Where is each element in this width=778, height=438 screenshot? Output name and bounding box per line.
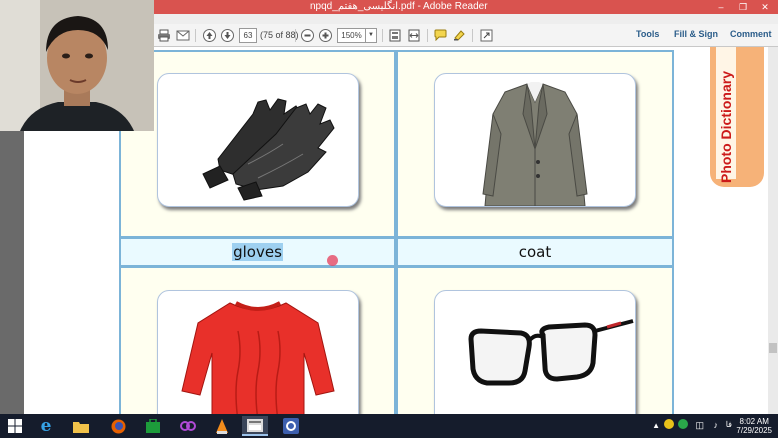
glasses-photo: [434, 290, 636, 414]
dictionary-cell: [396, 266, 674, 414]
dictionary-cell: [119, 266, 396, 414]
selected-text-gloves[interactable]: gloves: [232, 243, 283, 261]
zoom-value: 150%: [341, 30, 362, 40]
sweater-photo: [157, 290, 359, 414]
tray-app-icon[interactable]: [664, 419, 674, 429]
toolbar-separator: [427, 29, 428, 42]
clock-time: 8:02 AM: [739, 417, 769, 426]
minimize-button[interactable]: –: [710, 0, 732, 14]
recorder-icon[interactable]: [278, 416, 304, 436]
firefox-icon[interactable]: [105, 416, 131, 436]
file-explorer-icon[interactable]: [68, 416, 94, 436]
fit-page-icon[interactable]: [387, 27, 403, 43]
page-count: (75 of 88): [260, 30, 299, 40]
app-purple-icon[interactable]: [175, 416, 201, 436]
comment-link[interactable]: Comment: [730, 29, 772, 39]
word-label-coat: coat: [396, 237, 674, 267]
chevron-up-icon[interactable]: ▲: [652, 421, 660, 430]
adobe-reader-taskbar-button[interactable]: [242, 416, 268, 436]
vertical-scrollbar[interactable]: [768, 47, 778, 414]
highlight-icon[interactable]: [451, 27, 467, 43]
toolbar-separator: [382, 29, 383, 42]
webcam-overlay: [0, 0, 154, 131]
window-controls: – ❐ ✕: [710, 0, 776, 14]
next-page-icon[interactable]: [219, 27, 235, 43]
page-number-value[interactable]: 63: [239, 27, 257, 43]
tray-app-icon[interactable]: [678, 419, 688, 429]
coat-photo: [434, 73, 636, 207]
email-icon[interactable]: [175, 27, 191, 43]
side-tab-title: Photo Dictionary: [718, 70, 734, 183]
photo-dictionary-tab: Photo Dictionary: [710, 47, 764, 187]
store-icon[interactable]: [140, 416, 166, 436]
tools-link[interactable]: Tools: [636, 29, 659, 39]
mouse-cursor-highlight: [327, 255, 338, 266]
zoom-select[interactable]: 150% ▼: [337, 27, 377, 43]
word-text-coat[interactable]: coat: [519, 243, 552, 261]
vlc-icon[interactable]: [209, 416, 235, 436]
chevron-down-icon[interactable]: ▼: [365, 28, 376, 42]
comment-bubble-icon[interactable]: [432, 27, 448, 43]
toolbar-separator: [195, 29, 196, 42]
toolbar-separator: [472, 29, 473, 42]
zoom-in-icon[interactable]: [317, 27, 333, 43]
taskbar-clock[interactable]: 8:02 AM 7/29/2025: [736, 417, 772, 435]
fit-width-icon[interactable]: [406, 27, 422, 43]
network-icon[interactable]: ◫: [695, 420, 704, 431]
clock-date: 7/29/2025: [736, 426, 772, 435]
windows-start-icon[interactable]: [2, 416, 28, 436]
toolbar-separator: [295, 29, 296, 42]
word-label-gloves: gloves: [119, 237, 396, 267]
internet-explorer-icon[interactable]: e: [33, 416, 59, 436]
scrollbar-thumb[interactable]: [769, 343, 777, 353]
print-icon[interactable]: [156, 27, 172, 43]
maximize-button[interactable]: ❐: [732, 0, 754, 14]
speaker-icon[interactable]: ♪: [714, 420, 719, 430]
previous-page-icon[interactable]: [201, 27, 217, 43]
page-number-input[interactable]: 63: [239, 27, 257, 43]
fill-sign-link[interactable]: Fill & Sign: [674, 29, 718, 39]
close-button[interactable]: ✕: [754, 0, 776, 14]
dictionary-cell: [396, 50, 674, 238]
window-title: npqd_انگلیسی_هفتم.pdf - Adobe Reader: [310, 1, 488, 12]
zoom-out-icon[interactable]: [299, 27, 315, 43]
gloves-photo: [157, 73, 359, 207]
language-indicator[interactable]: فا: [726, 420, 732, 429]
dictionary-cell: [119, 50, 396, 238]
expand-icon[interactable]: [478, 27, 494, 43]
windows-taskbar: e ▲ ◫ ♪ فا 8:02 AM 7/29/2025: [0, 414, 778, 438]
